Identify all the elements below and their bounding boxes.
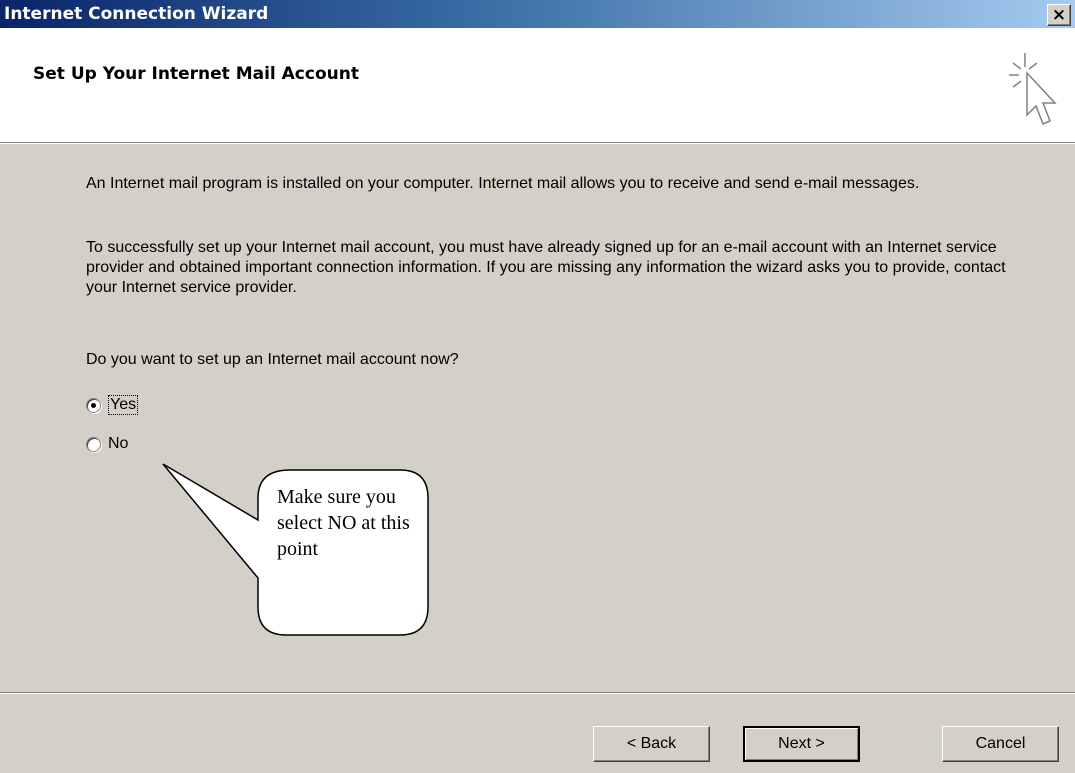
close-icon: ×: [1051, 5, 1067, 25]
radio-selected-dot: [91, 402, 96, 408]
window-title: Internet Connection Wizard: [4, 4, 269, 24]
radio-no-label[interactable]: No: [108, 435, 128, 453]
title-bar[interactable]: Internet Connection Wizard ×: [0, 0, 1075, 28]
callout-text: Make sure you select NO at this point: [277, 486, 410, 560]
intro-paragraph: An Internet mail program is installed on…: [86, 175, 920, 192]
footer-divider-highlight: [0, 693, 1075, 694]
radio-yes-label[interactable]: Yes: [108, 395, 139, 415]
cancel-button[interactable]: Cancel: [942, 726, 1059, 762]
next-button[interactable]: Next >: [743, 726, 860, 762]
radio-option-no[interactable]: No: [86, 432, 128, 456]
question-text: Do you want to set up an Internet mail a…: [86, 351, 459, 368]
close-button[interactable]: ×: [1047, 4, 1071, 26]
page-title: Set Up Your Internet Mail Account: [33, 64, 359, 84]
wizard-header: Set Up Your Internet Mail Account: [0, 28, 1075, 143]
back-button[interactable]: < Back: [593, 726, 710, 762]
radio-no-button[interactable]: [86, 436, 101, 452]
radio-option-yes[interactable]: Yes: [86, 393, 139, 417]
wizard-cursor-icon: [1009, 53, 1057, 125]
header-divider: [0, 143, 1075, 144]
wizard-window: Internet Connection Wizard × Set Up Your…: [0, 0, 1075, 773]
instructions-paragraph: To successfully set up your Internet mai…: [86, 239, 1006, 296]
radio-yes-button[interactable]: [86, 397, 101, 413]
